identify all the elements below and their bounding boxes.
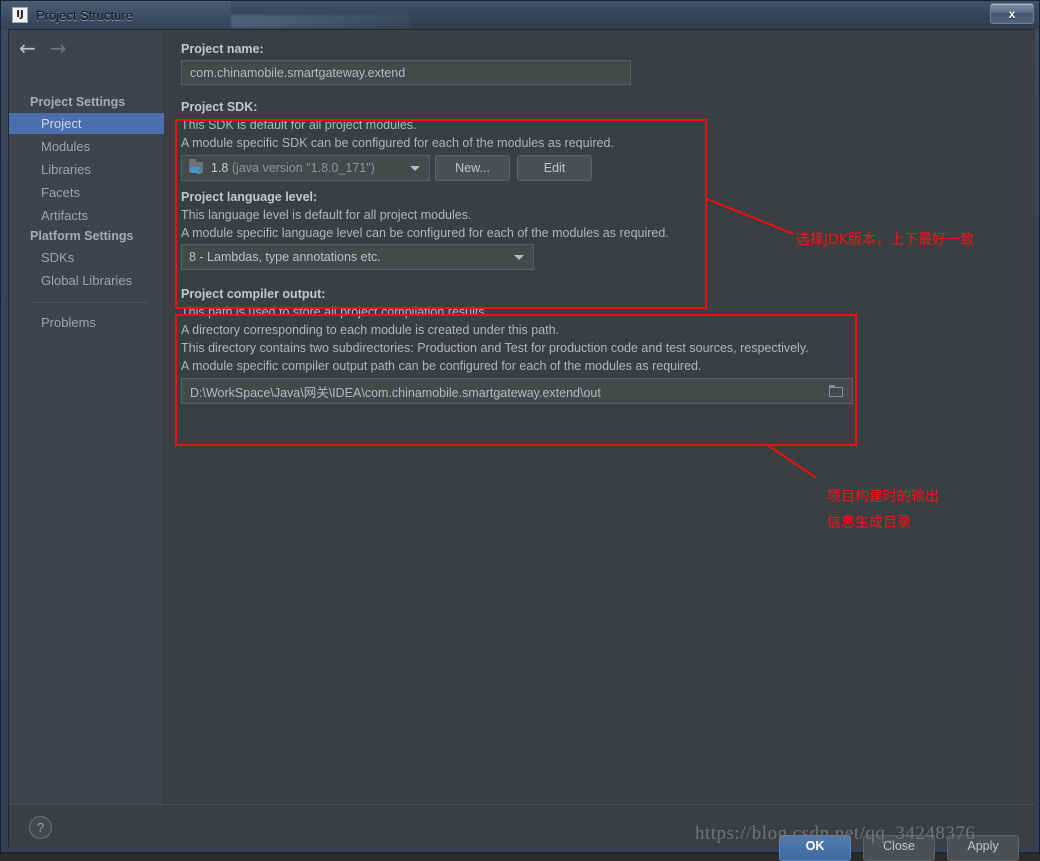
compiler-output-label: Project compiler output:: [181, 287, 326, 301]
sidebar-item-label: Libraries: [41, 162, 91, 177]
project-name-label: Project name:: [181, 42, 264, 56]
sidebar-item-sdks[interactable]: SDKs: [9, 247, 164, 268]
project-structure-dialog: ← → Project Settings Project Modules Lib…: [8, 29, 1035, 861]
annotation-text-output-1: 项目构建时的输出: [827, 489, 939, 505]
language-level-label: Project language level:: [181, 190, 318, 204]
language-level-combobox[interactable]: 8 - Lambdas, type annotations etc.: [181, 244, 534, 270]
sidebar-divider: [30, 302, 148, 303]
help-button[interactable]: ?: [29, 816, 52, 839]
compiler-output-desc-1: This path is used to store all project c…: [181, 305, 489, 319]
close-button[interactable]: Close: [863, 835, 935, 861]
annotation-text-output-2: 信息生成目录: [827, 515, 911, 531]
language-level-desc-1: This language level is default for all p…: [181, 208, 472, 222]
window-title: Project Structure: [36, 7, 133, 23]
folder-browse-icon[interactable]: [829, 385, 844, 397]
sidebar-item-modules[interactable]: Modules: [9, 136, 164, 157]
compiler-output-desc-3: This directory contains two subdirectori…: [181, 341, 809, 355]
chevron-down-icon: [410, 166, 420, 171]
sidebar-group-project-settings: Project Settings: [30, 95, 126, 109]
new-sdk-button[interactable]: New...: [435, 155, 510, 181]
intellij-idea-icon: IJ: [12, 7, 28, 23]
sidebar-group-platform-settings: Platform Settings: [30, 229, 134, 243]
project-name-value: com.chinamobile.smartgateway.extend: [190, 65, 406, 80]
project-sdk-version-detail: (java version "1.8.0_171"): [231, 161, 375, 175]
sidebar-item-label: Problems: [41, 315, 96, 330]
compiler-output-path-value: D:\WorkSpace\Java\网关\IDEA\com.chinamobil…: [190, 385, 601, 400]
project-sdk-label: Project SDK:: [181, 100, 258, 114]
sidebar-item-label: Project: [41, 116, 82, 131]
chevron-down-icon: [514, 255, 524, 260]
back-arrow-icon[interactable]: ←: [19, 38, 36, 58]
dialog-footer: ? OK Close Apply: [9, 804, 1035, 861]
ok-button[interactable]: OK: [779, 835, 851, 861]
sidebar-item-facets[interactable]: Facets: [9, 182, 164, 203]
project-sdk-desc-2: A module specific SDK can be configured …: [181, 136, 614, 150]
java-sdk-icon: [189, 159, 205, 175]
dialog-content: ← → Project Settings Project Modules Lib…: [9, 30, 1035, 804]
sidebar-item-global-libraries[interactable]: Global Libraries: [9, 270, 164, 291]
compiler-output-path-input[interactable]: D:\WorkSpace\Java\网关\IDEA\com.chinamobil…: [181, 378, 853, 404]
sidebar-item-artifacts[interactable]: Artifacts: [9, 205, 164, 226]
sidebar-item-label: Artifacts: [41, 208, 88, 223]
sidebar-item-project[interactable]: Project: [9, 113, 164, 134]
navigation-arrows: ← →: [19, 38, 67, 58]
language-level-value: 8 - Lambdas, type annotations etc.: [189, 250, 381, 264]
sidebar-item-label: Facets: [41, 185, 81, 200]
forward-arrow-icon[interactable]: →: [50, 38, 67, 58]
settings-main-panel: Project name: com.chinamobile.smartgatew…: [164, 30, 1035, 804]
close-window-button[interactable]: x: [990, 3, 1034, 24]
project-name-input[interactable]: com.chinamobile.smartgateway.extend: [181, 60, 631, 85]
sidebar-item-libraries[interactable]: Libraries: [9, 159, 164, 180]
compiler-output-desc-2: A directory corresponding to each module…: [181, 323, 559, 337]
project-sdk-version: 1.8: [211, 161, 229, 175]
language-level-desc-2: A module specific language level can be …: [181, 226, 669, 240]
sidebar-item-problems[interactable]: Problems: [9, 312, 164, 333]
sidebar-item-label: Modules: [41, 139, 91, 154]
apply-button[interactable]: Apply: [947, 835, 1019, 861]
sidebar-item-label: SDKs: [41, 250, 75, 265]
titlebar: IJ Project Structure x: [1, 1, 1040, 29]
project-sdk-combobox[interactable]: 1.8 (java version "1.8.0_171"): [181, 155, 430, 181]
annotation-text-sdk: 选择JDK版本，上下最好一致: [796, 232, 975, 248]
application-window: IJ Project Structure x ← → Project Setti…: [0, 0, 1040, 861]
settings-sidebar: ← → Project Settings Project Modules Lib…: [9, 30, 164, 804]
project-sdk-desc-1: This SDK is default for all project modu…: [181, 118, 417, 132]
compiler-output-desc-4: A module specific compiler output path c…: [181, 359, 702, 373]
edit-sdk-button[interactable]: Edit: [517, 155, 592, 181]
sidebar-item-label: Global Libraries: [41, 273, 133, 288]
